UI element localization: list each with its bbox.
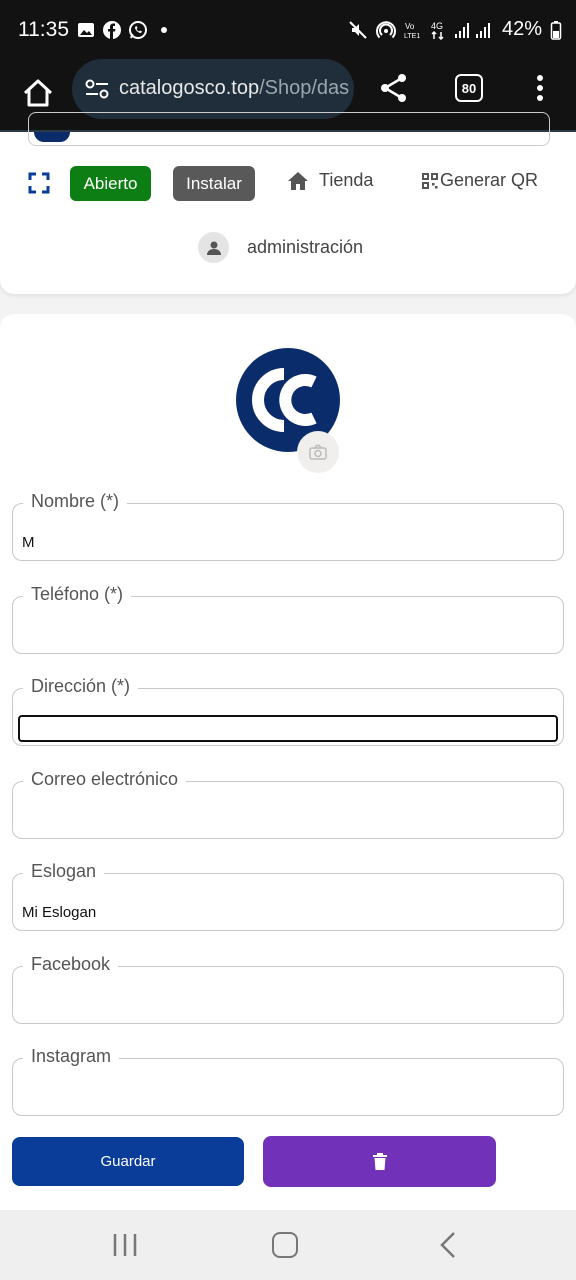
volte-icon: Vo LTE1 <box>404 22 420 40</box>
battery-icon <box>550 20 562 40</box>
name-field-label: Nombre (*) <box>23 491 128 512</box>
facebook-icon <box>102 20 122 40</box>
hotspot-icon <box>375 20 396 38</box>
facebook-field-label: Facebook <box>23 954 119 975</box>
whatsapp-icon <box>128 20 148 40</box>
save-button[interactable]: Guardar <box>12 1137 244 1186</box>
previous-avatar-edge <box>34 132 70 142</box>
status-bar: 11:35 Vo LTE1 4G 42% <box>0 0 576 62</box>
name-field[interactable]: Nombre (*) M <box>12 491 564 561</box>
admin-link[interactable]: administración <box>198 232 363 263</box>
back-icon <box>440 1232 455 1258</box>
url-path: /Shop/das <box>259 77 350 99</box>
svg-text:4G: 4G <box>431 21 443 31</box>
instagram-field[interactable]: Instagram <box>12 1046 564 1116</box>
signal-icon <box>454 22 490 38</box>
instagram-field-label: Instagram <box>23 1046 120 1067</box>
trash-icon <box>372 1152 387 1170</box>
admin-label: administración <box>247 237 364 257</box>
more-menu-button[interactable] <box>530 72 550 104</box>
dot-icon <box>154 20 174 40</box>
home-icon <box>23 79 53 107</box>
address-input-focused[interactable] <box>18 715 558 742</box>
share-button[interactable] <box>378 72 410 104</box>
fullscreen-button[interactable] <box>28 172 50 194</box>
recent-apps-icon <box>113 1234 137 1256</box>
qr-icon <box>422 172 438 189</box>
tab-switcher-button[interactable]: 80 <box>455 74 483 102</box>
admin-avatar <box>198 232 229 263</box>
install-button[interactable]: Instalar <box>173 166 255 201</box>
clock: 11:35 <box>18 18 69 41</box>
email-field-label: Correo electrónico <box>23 769 187 790</box>
store-link-label: Tienda <box>319 170 374 190</box>
delete-button[interactable] <box>263 1136 496 1187</box>
notification-icons <box>76 20 174 40</box>
facebook-field[interactable]: Facebook <box>12 954 564 1024</box>
previous-input-edge <box>28 112 550 146</box>
mute-icon <box>349 20 367 39</box>
camera-icon <box>309 444 327 460</box>
person-icon <box>206 241 221 255</box>
home-icon <box>288 171 308 190</box>
slogan-field-label: Eslogan <box>23 861 105 882</box>
home-button[interactable] <box>18 74 58 114</box>
system-icons: Vo LTE1 4G 42% <box>348 18 562 41</box>
gallery-icon <box>76 20 96 40</box>
svg-text:LTE1: LTE1 <box>404 33 420 40</box>
shop-settings-form: Nombre (*) M Teléfono (*) Dirección (*) … <box>0 314 576 1214</box>
generate-qr-link[interactable]: Generar QR <box>422 170 538 191</box>
name-field-value: M <box>22 534 35 551</box>
address-field-label: Dirección (*) <box>23 676 139 697</box>
svg-text:Vo: Vo <box>405 22 415 31</box>
generate-qr-label: Generar QR <box>440 170 539 190</box>
address-bar[interactable]: catalogosco.top/Shop/das <box>72 59 354 119</box>
system-navigation-bar <box>0 1210 576 1280</box>
phone-field[interactable]: Teléfono (*) <box>12 584 564 654</box>
url-host: catalogosco.top <box>119 77 260 99</box>
slogan-field-value: Mi Eslogan <box>22 904 97 921</box>
4g-icon: 4G <box>431 21 444 40</box>
fullscreen-icon <box>28 172 50 194</box>
change-logo-button[interactable] <box>297 431 339 473</box>
slogan-field[interactable]: Eslogan Mi Eslogan <box>12 861 564 931</box>
more-vert-icon <box>537 75 543 101</box>
recent-apps-button[interactable] <box>112 1234 138 1256</box>
battery-percent: 42% <box>501 18 542 40</box>
home-nav-button[interactable] <box>272 1232 298 1258</box>
url-text[interactable]: catalogosco.top/Shop/das <box>119 77 349 100</box>
back-button[interactable] <box>440 1232 456 1258</box>
phone-field-label: Teléfono (*) <box>23 584 132 605</box>
address-field[interactable]: Dirección (*) <box>12 676 564 746</box>
site-settings-icon[interactable] <box>84 77 110 101</box>
email-field[interactable]: Correo electrónico <box>12 769 564 839</box>
status-badge[interactable]: Abierto <box>70 166 151 201</box>
share-icon <box>381 74 406 102</box>
header-card: Abierto Instalar Tienda Generar QR admin… <box>0 112 576 294</box>
store-link[interactable]: Tienda <box>287 170 373 191</box>
